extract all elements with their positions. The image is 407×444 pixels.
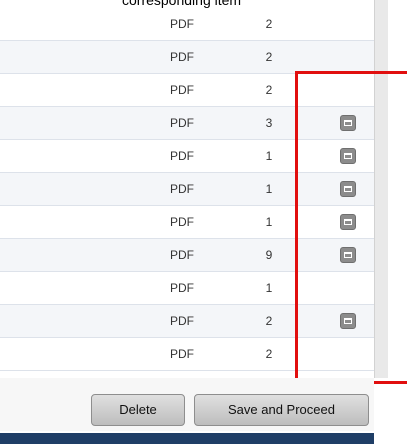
document-type: PDF [170,50,194,64]
page-count: 1 [265,281,273,295]
annotation-highlight-box [295,71,407,384]
document-type: PDF [170,248,194,262]
document-type: PDF [170,116,194,130]
table-row: PDF 2 [0,8,374,41]
page-count: 1 [265,149,273,163]
delete-button[interactable]: Delete [91,394,185,426]
page-count: 9 [265,248,273,262]
table-row: PDF 2 [0,41,374,74]
page-count: 2 [265,83,273,97]
save-and-proceed-button[interactable]: Save and Proceed [194,394,369,426]
document-type: PDF [170,182,194,196]
document-type: PDF [170,314,194,328]
page-count: 2 [265,347,273,361]
document-type: PDF [170,215,194,229]
page-count: 3 [265,116,273,130]
footer-strip [0,433,374,444]
page-count: 1 [265,215,273,229]
document-type: PDF [170,149,194,163]
page-count: 2 [265,314,273,328]
document-type: PDF [170,347,194,361]
page-count: 2 [265,17,273,31]
document-type: PDF [170,281,194,295]
document-type: PDF [170,83,194,97]
page-count: 2 [265,50,273,64]
action-bar: Delete Save and Proceed [0,378,374,431]
document-list-page: corresponding item PDF 2 PDF 2 PDF 2 PDF… [0,0,407,444]
document-type: PDF [170,17,194,31]
page-count: 1 [265,182,273,196]
